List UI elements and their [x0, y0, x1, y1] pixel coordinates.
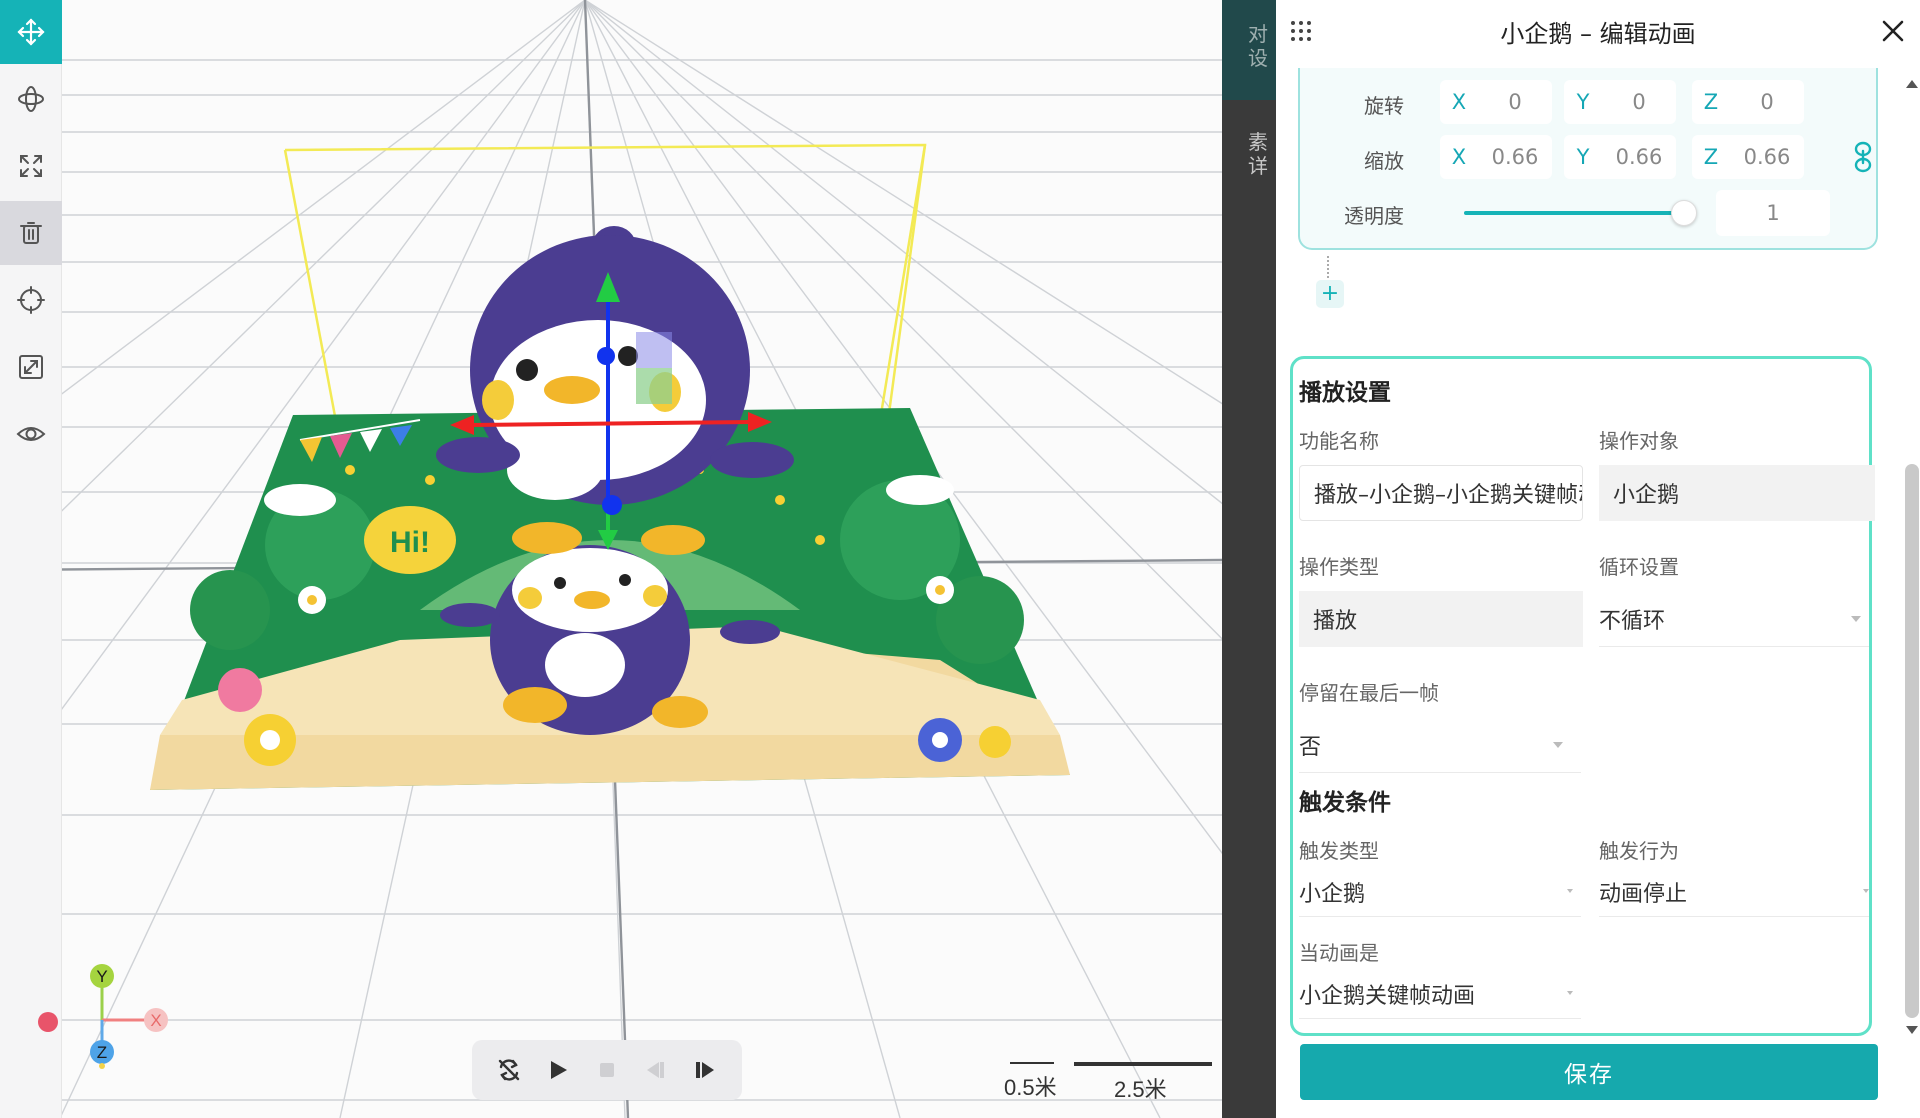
- move-icon: [17, 18, 45, 46]
- trigger-type-label: 触发类型: [1299, 839, 1379, 863]
- trigger-action-label: 触发行为: [1599, 839, 1679, 863]
- target-object-label: 操作对象: [1599, 429, 1679, 453]
- opacity-value-field[interactable]: 1: [1716, 190, 1830, 236]
- delete-icon: [20, 222, 42, 244]
- trigger-conditions-title: 触发条件: [1299, 790, 1391, 816]
- scale-label-small: 0.5米: [1004, 1075, 1057, 1100]
- rotation-z-field[interactable]: Z0: [1692, 80, 1804, 124]
- trigger-action-select[interactable]: 动画停止: [1599, 867, 1869, 917]
- viewport-toolbar: [0, 0, 62, 1118]
- chevron-down-icon: [1851, 615, 1861, 622]
- opacity-slider-handle[interactable]: [1671, 200, 1697, 226]
- background-header-text: 对设: [1248, 22, 1268, 70]
- chevron-down-icon: [1567, 888, 1573, 893]
- stay-last-frame-select[interactable]: 否: [1299, 717, 1581, 773]
- scale-y-field[interactable]: Y 0.66: [1564, 135, 1676, 179]
- rotation-y-field[interactable]: Y0: [1564, 80, 1676, 124]
- animation-playback-bar: [472, 1040, 742, 1100]
- lock-ratio-link-icon[interactable]: [1852, 140, 1874, 174]
- scale-icon: [20, 155, 42, 177]
- scale-z-field[interactable]: Z 0.66: [1692, 135, 1804, 179]
- sign-text: Hi!: [390, 526, 430, 559]
- scale-bar-large: [1074, 1062, 1212, 1066]
- visibility-tool-button[interactable]: [0, 402, 62, 466]
- playback-settings-title: 播放设置: [1299, 380, 1391, 406]
- opacity-label: 透明度: [1344, 204, 1404, 228]
- play-button[interactable]: [541, 1053, 575, 1087]
- panel-title: 小企鹅 – 编辑动画: [1500, 20, 1696, 48]
- orientation-axes-widget[interactable]: Y X Z: [30, 960, 180, 1070]
- rotate-tool-button[interactable]: [0, 67, 62, 131]
- background-page-strip: 对设 素详: [1222, 0, 1276, 1118]
- scale-label-large: 2.5米: [1114, 1077, 1167, 1102]
- chevron-down-icon: [1863, 888, 1869, 893]
- move-tool-button[interactable]: [0, 0, 62, 64]
- step-forward-button[interactable]: [688, 1053, 722, 1087]
- close-icon: [1882, 20, 1904, 42]
- rotate-icon: [18, 86, 44, 112]
- chevron-down-icon: [1567, 990, 1573, 995]
- scale-x-field[interactable]: X 0.66: [1440, 135, 1552, 179]
- step-back-button[interactable]: [639, 1053, 673, 1087]
- loop-toggle-button[interactable]: [492, 1053, 526, 1087]
- add-keyframe-button[interactable]: +: [1316, 280, 1344, 308]
- function-name-input[interactable]: 播放–小企鹅–小企鹅关键帧动画: [1299, 465, 1583, 521]
- chevron-down-icon: [1553, 741, 1563, 748]
- keyframe-transform-card: 旋转 X0 Y0 Z0 缩放 X 0.66 Y 0.66 Z 0.66 透明度 1: [1298, 68, 1878, 250]
- step-back-icon: [647, 1062, 665, 1078]
- stay-last-frame-label: 停留在最后一帧: [1299, 681, 1439, 705]
- scroll-down-arrow[interactable]: [1906, 1026, 1918, 1034]
- opacity-slider-track[interactable]: [1464, 211, 1684, 215]
- function-name-label: 功能名称: [1299, 429, 1379, 453]
- play-icon: [550, 1061, 567, 1079]
- axis-z-label: Z: [97, 1043, 107, 1062]
- scale-tool-button[interactable]: [0, 134, 62, 198]
- operation-type-field: 播放: [1299, 591, 1583, 647]
- target-object-field: 小企鹅: [1599, 465, 1875, 521]
- focus-icon: [17, 286, 45, 314]
- delete-tool-button[interactable]: [0, 201, 62, 265]
- stop-icon: [599, 1063, 614, 1077]
- fit-icon: [19, 355, 43, 379]
- step-forward-icon: [696, 1062, 715, 1078]
- loop-settings-select[interactable]: 不循环: [1599, 591, 1869, 647]
- camera-origin-dot: [38, 1012, 58, 1032]
- trigger-type-select[interactable]: 小企鹅: [1299, 867, 1581, 917]
- rotation-x-field[interactable]: X0: [1440, 80, 1552, 124]
- rotation-label: 旋转: [1364, 94, 1404, 118]
- save-button[interactable]: 保存: [1300, 1044, 1878, 1100]
- scale-label: 缩放: [1364, 149, 1404, 173]
- axis-x-label: X: [150, 1011, 161, 1030]
- scale-bar-small: [1010, 1062, 1054, 1064]
- background-side-text: 素详: [1248, 130, 1268, 178]
- operation-type-label: 操作类型: [1299, 555, 1379, 579]
- step-connector: [1327, 256, 1329, 278]
- when-animation-label: 当动画是: [1299, 941, 1379, 965]
- 3d-viewport[interactable]: Hi! Y X Z 0.5米 2.5米: [0, 0, 1222, 1118]
- loop-settings-label: 循环设置: [1599, 555, 1679, 579]
- panel-scrollbar-thumb[interactable]: [1905, 464, 1919, 1018]
- when-animation-select[interactable]: 小企鹅关键帧动画: [1299, 969, 1581, 1019]
- playback-trigger-settings-card: 播放设置 功能名称 操作对象 播放–小企鹅–小企鹅关键帧动画 小企鹅 操作类型 …: [1290, 356, 1875, 1036]
- scene-canvas[interactable]: Hi!: [0, 0, 1222, 1118]
- focus-tool-button[interactable]: [0, 268, 62, 332]
- stop-button[interactable]: [590, 1053, 624, 1087]
- visibility-icon: [16, 427, 46, 441]
- panel-header: 小企鹅 – 编辑动画: [1276, 0, 1920, 62]
- close-button[interactable]: [1876, 14, 1910, 48]
- axis-y-label: Y: [96, 967, 107, 986]
- edit-animation-panel: 小企鹅 – 编辑动画 旋转 X0 Y0 Z0 缩放 X 0.66 Y 0.66 Z0…: [1276, 0, 1920, 1118]
- scroll-up-arrow[interactable]: [1906, 80, 1918, 88]
- loop-off-icon: [498, 1059, 519, 1081]
- fit-view-tool-button[interactable]: [0, 335, 62, 399]
